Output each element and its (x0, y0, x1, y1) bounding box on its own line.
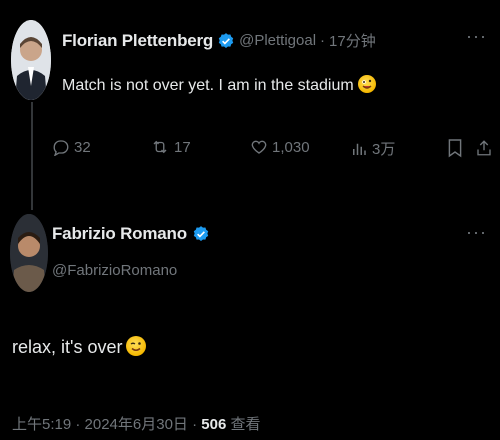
reply-icon (53, 140, 69, 156)
tweet-meta: 上午5:19 · 2024年6月30日 · 506 查看 (12, 413, 260, 434)
tweet1-header: Florian Plettenberg @Plettigoal · 17分钟 (62, 30, 376, 51)
view-count: 3万 (372, 141, 396, 158)
verified-badge-icon (217, 32, 235, 50)
bookmark-button[interactable] (447, 138, 463, 158)
zany-face-emoji-icon (357, 75, 376, 93)
tweet2-text-row: relax, it's over (12, 336, 147, 358)
avatar-photo (11, 20, 51, 100)
thread-line (31, 102, 33, 210)
bookmark-icon (448, 139, 462, 158)
view-count: 506 (201, 416, 227, 433)
reply-count: 32 (74, 138, 91, 156)
post-timestamp[interactable]: 上午5:19 · 2024年6月30日 · (12, 416, 197, 433)
tweet-text: relax, it's over (12, 337, 123, 357)
repost-count: 17 (174, 138, 191, 156)
winking-face-emoji-icon (126, 336, 147, 356)
display-name[interactable]: Florian Plettenberg (62, 31, 213, 51)
heart-icon (251, 140, 267, 154)
avatar-photo (10, 214, 48, 292)
share-icon (477, 140, 491, 156)
views-button[interactable]: 3万 (350, 138, 395, 159)
timestamp[interactable]: 17分钟 (329, 30, 376, 51)
repost-button[interactable]: 17 (150, 138, 191, 156)
avatar[interactable] (10, 214, 48, 292)
display-name[interactable]: Fabrizio Romano (52, 224, 187, 244)
separator: · (320, 32, 326, 49)
reply-button[interactable]: 32 (52, 138, 91, 156)
analytics-icon (353, 143, 366, 155)
like-count: 1,030 (272, 138, 310, 156)
views-label: 查看 (230, 416, 261, 433)
repost-icon (153, 140, 167, 154)
more-horizontal-icon[interactable]: ··· (466, 222, 487, 243)
handle[interactable]: @FabrizioRomano (52, 262, 177, 279)
avatar[interactable] (11, 20, 51, 100)
like-button[interactable]: 1,030 (250, 138, 310, 156)
more-horizontal-icon[interactable]: ··· (466, 26, 487, 47)
handle[interactable]: @Plettigoal (239, 32, 316, 49)
tweet-text: Match is not over yet. I am in the stadi… (62, 77, 354, 94)
share-button[interactable] (475, 138, 493, 158)
tweet1-text-row: Match is not over yet. I am in the stadi… (62, 75, 376, 95)
tweet2-header: Fabrizio Romano (52, 224, 210, 244)
verified-badge-icon (192, 225, 210, 243)
